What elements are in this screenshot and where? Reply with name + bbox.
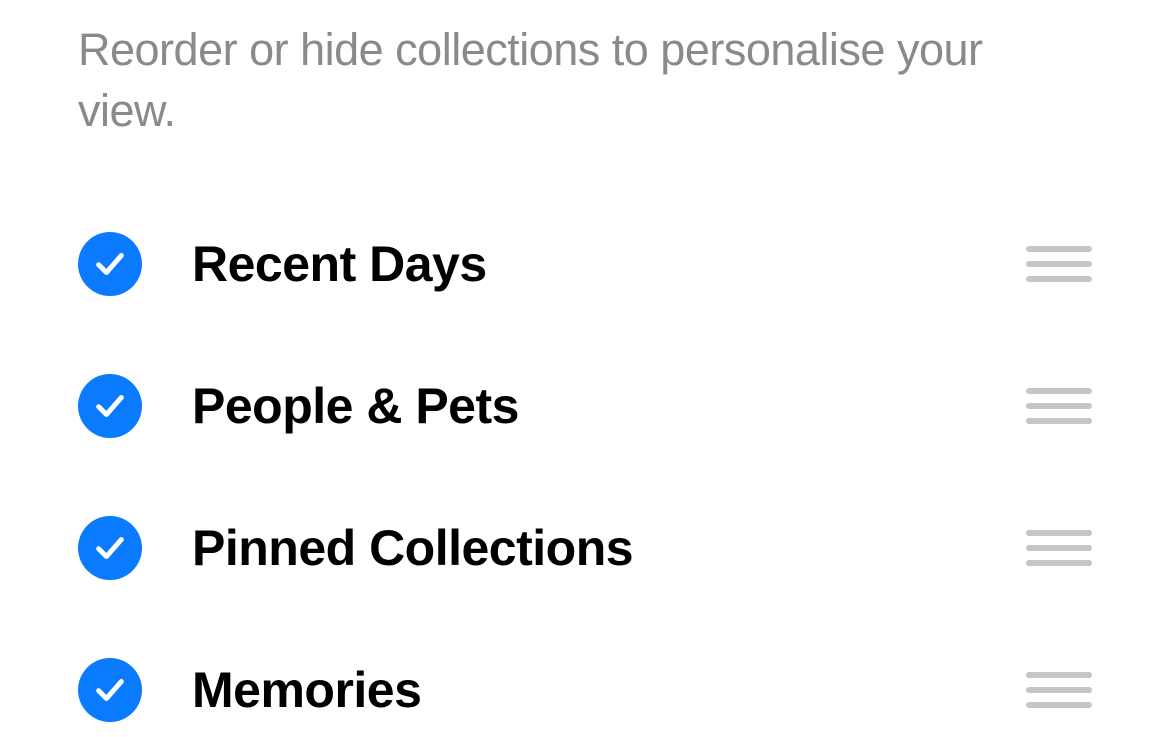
drag-handle-icon[interactable] bbox=[1026, 530, 1092, 566]
description-text: Reorder or hide collections to personali… bbox=[78, 20, 1092, 142]
drag-line bbox=[1026, 545, 1092, 551]
drag-line bbox=[1026, 261, 1092, 267]
collection-row-memories[interactable]: Memories bbox=[78, 658, 1092, 722]
drag-line bbox=[1026, 702, 1092, 708]
collection-row-recent-days[interactable]: Recent Days bbox=[78, 232, 1092, 296]
drag-line bbox=[1026, 403, 1092, 409]
checkmark-icon bbox=[93, 247, 127, 281]
drag-line bbox=[1026, 530, 1092, 536]
drag-line bbox=[1026, 672, 1092, 678]
collection-label: People & Pets bbox=[192, 377, 976, 435]
drag-line bbox=[1026, 246, 1092, 252]
drag-handle-icon[interactable] bbox=[1026, 246, 1092, 282]
collection-list: Recent Days People & Pets bbox=[78, 232, 1092, 722]
toggle-checkbox[interactable] bbox=[78, 658, 142, 722]
checkmark-icon bbox=[93, 673, 127, 707]
toggle-checkbox[interactable] bbox=[78, 516, 142, 580]
toggle-checkbox[interactable] bbox=[78, 232, 142, 296]
drag-line bbox=[1026, 276, 1092, 282]
toggle-checkbox[interactable] bbox=[78, 374, 142, 438]
collection-row-pinned-collections[interactable]: Pinned Collections bbox=[78, 516, 1092, 580]
collection-label: Recent Days bbox=[192, 235, 976, 293]
checkmark-icon bbox=[93, 531, 127, 565]
checkmark-icon bbox=[93, 389, 127, 423]
drag-handle-icon[interactable] bbox=[1026, 388, 1092, 424]
drag-line bbox=[1026, 687, 1092, 693]
customise-collections-panel: Reorder or hide collections to personali… bbox=[0, 0, 1170, 722]
drag-line bbox=[1026, 560, 1092, 566]
collection-label: Memories bbox=[192, 661, 976, 719]
drag-line bbox=[1026, 418, 1092, 424]
drag-handle-icon[interactable] bbox=[1026, 672, 1092, 708]
collection-label: Pinned Collections bbox=[192, 519, 976, 577]
drag-line bbox=[1026, 388, 1092, 394]
collection-row-people-pets[interactable]: People & Pets bbox=[78, 374, 1092, 438]
